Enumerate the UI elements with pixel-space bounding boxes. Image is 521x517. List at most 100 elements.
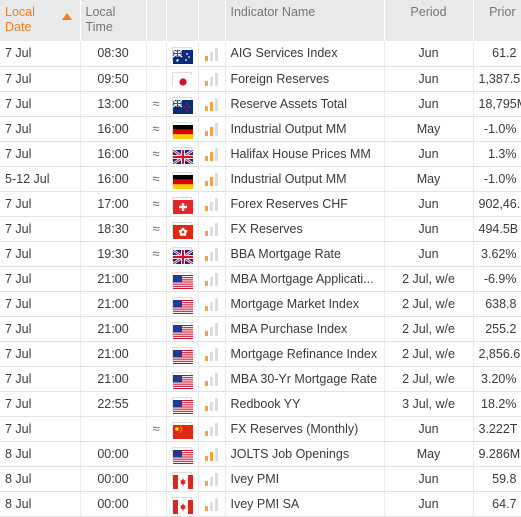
importance-cell: [198, 141, 226, 167]
time-cell: 00:00: [80, 466, 147, 492]
time-cell: 00:00: [80, 441, 147, 467]
table-row[interactable]: 7 Jul 13:00 ≈ Reserve Assets Total Jun 18,795…: [0, 91, 521, 117]
indicator-name-cell[interactable]: Redbook YY: [225, 391, 385, 417]
table-row[interactable]: 7 Jul 21:00 MBA Purchase Index 2 Jul, w/e 25…: [0, 316, 521, 342]
importance-cell: [198, 66, 226, 92]
table-row[interactable]: 8 Jul 00:00 JOLTS Job Openings May 9.286M: [0, 441, 521, 467]
indicator-name-cell[interactable]: Forex Reserves CHF: [225, 191, 385, 217]
de-flag-icon: [172, 122, 193, 140]
table-row[interactable]: 7 Jul ≈ FX Reserves (Monthly) Jun 3.222T: [0, 416, 521, 442]
table-row[interactable]: 8 Jul 00:00 Ivey PMI SA Jun 64.7: [0, 491, 521, 517]
importance-cell: [198, 116, 226, 142]
importance-bars-icon: [205, 47, 218, 61]
us-flag-icon: [172, 347, 193, 365]
indicator-name-header[interactable]: Indicator Name: [225, 0, 385, 41]
country-cell: [166, 441, 199, 467]
indicator-name-cell[interactable]: Halifax House Prices MM: [225, 141, 385, 167]
country-cell: [166, 316, 199, 342]
table-row[interactable]: 7 Jul09:50 Foreign ReservesJun1,387.5B: [0, 66, 521, 92]
table-row[interactable]: 7 Jul 19:30 ≈ BBA Mortgage Rate Jun 3.62%: [0, 241, 521, 267]
table-row[interactable]: 8 Jul 00:00 Ivey PMI Jun 59.8: [0, 466, 521, 492]
ch-flag-icon: [172, 197, 193, 215]
us-flag-icon: [172, 297, 193, 315]
table-row[interactable]: 7 Jul 21:00 Mortgage Market Index 2 Jul, w/…: [0, 291, 521, 317]
prior-cell: 64.7: [473, 491, 521, 517]
period-header[interactable]: Period: [384, 0, 474, 41]
time-cell: 19:30: [80, 241, 147, 267]
table-row[interactable]: 7 Jul 21:00 MBA 30-Yr Mortgage Rate 2 Jul, …: [0, 366, 521, 392]
country-cell: [166, 116, 199, 142]
importance-cell: [198, 266, 226, 292]
prior-cell: 18,795M: [473, 91, 521, 117]
indicator-name-cell[interactable]: Foreign Reserves: [225, 66, 385, 92]
table-row[interactable]: 5-12 Jul 16:00 ≈ Industrial Output MM May -1.…: [0, 166, 521, 192]
indicator-name-cell[interactable]: Industrial Output MM: [225, 116, 385, 142]
prior-header-label: Prior: [489, 5, 516, 19]
indicator-name-cell[interactable]: JOLTS Job Openings: [225, 441, 385, 467]
country-cell: [166, 491, 199, 517]
time-cell: 08:30: [80, 41, 147, 67]
table-row[interactable]: 7 Jul 16:00 ≈ Halifax House Prices MM Jun 1.3…: [0, 141, 521, 167]
indicator-name-cell[interactable]: MBA Purchase Index: [225, 316, 385, 342]
local-date-header[interactable]: Local Date: [0, 0, 81, 41]
table-row[interactable]: 7 Jul 22:55 Redbook YY 3 Jul, w/e 18.2%: [0, 391, 521, 417]
country-cell: [166, 366, 199, 392]
approx-time-icon: [146, 491, 167, 517]
country-cell: [166, 216, 199, 242]
importance-bars-icon: [205, 472, 218, 487]
local-time-header[interactable]: Local Time: [80, 0, 147, 41]
importance-bars-icon: [205, 222, 218, 237]
indicator-name-cell[interactable]: Ivey PMI: [225, 466, 385, 492]
approx-time-icon: ≈: [146, 216, 167, 242]
period-cell: Jun: [384, 41, 474, 67]
prior-cell: -1.0%: [473, 116, 521, 142]
prior-cell: 3.222T: [473, 416, 521, 442]
table-row[interactable]: 7 Jul 21:00 MBA Mortgage Applicati... 2 Jul…: [0, 266, 521, 292]
indicator-name-cell[interactable]: FX Reserves: [225, 216, 385, 242]
country-cell: [166, 466, 199, 492]
approx-time-icon: [146, 441, 167, 467]
indicator-name-cell[interactable]: Mortgage Refinance Index: [225, 341, 385, 367]
table-row[interactable]: 7 Jul 16:00 ≈ Industrial Output MM May -1.0%: [0, 116, 521, 142]
approx-time-icon: ≈: [146, 416, 167, 442]
indicator-name-cell[interactable]: Mortgage Market Index: [225, 291, 385, 317]
prior-cell: 255.2: [473, 316, 521, 342]
importance-bars-icon: [205, 272, 218, 287]
indicator-name-cell[interactable]: MBA 30-Yr Mortgage Rate: [225, 366, 385, 392]
prior-cell: 638.8: [473, 291, 521, 317]
importance-bars-icon: [205, 297, 218, 312]
period-cell: Jun: [384, 191, 474, 217]
prior-header[interactable]: Prior: [473, 0, 521, 41]
time-cell: 21:00: [80, 341, 147, 367]
ca-flag-icon: [172, 497, 193, 515]
date-cell: 5-12 Jul: [0, 166, 81, 192]
indicator-name-cell[interactable]: MBA Mortgage Applicati...: [225, 266, 385, 292]
importance-bars-icon: [205, 447, 218, 462]
prior-cell: 494.5B: [473, 216, 521, 242]
indicator-name-cell[interactable]: Reserve Assets Total: [225, 91, 385, 117]
importance-cell: [198, 391, 226, 417]
indicator-name-cell[interactable]: Industrial Output MM: [225, 166, 385, 192]
period-cell: Jun: [384, 216, 474, 242]
importance-cell: [198, 366, 226, 392]
hk-flag-icon: [172, 222, 193, 240]
indicator-name-cell[interactable]: AIG Services Index: [225, 41, 385, 67]
time-cell: 16:00: [80, 141, 147, 167]
table-row[interactable]: 7 Jul 21:00 Mortgage Refinance Index 2 Jul,…: [0, 341, 521, 367]
date-cell: 7 Jul: [0, 241, 81, 267]
country-header: [166, 0, 199, 41]
importance-bars-icon: [205, 72, 218, 87]
indicator-name-cell[interactable]: Ivey PMI SA: [225, 491, 385, 517]
table-row[interactable]: 7 Jul 08:30 AIG Services Index Jun 61.2: [0, 41, 521, 67]
importance-header: [198, 0, 226, 41]
cn-flag-icon: [172, 422, 193, 440]
table-row[interactable]: 7 Jul17:00≈ Forex Reserves CHFJun902,46..…: [0, 191, 521, 217]
indicator-name-cell[interactable]: FX Reserves (Monthly): [225, 416, 385, 442]
prior-cell: 61.2: [473, 41, 521, 67]
table-row[interactable]: 7 Jul 18:30 ≈ FX Reserves Jun 494.5B: [0, 216, 521, 242]
time-cell: 16:00: [80, 166, 147, 192]
ca-flag-icon: [172, 472, 193, 490]
approx-time-icon: ≈: [146, 116, 167, 142]
indicator-name-cell[interactable]: BBA Mortgage Rate: [225, 241, 385, 267]
period-cell: Jun: [384, 416, 474, 442]
